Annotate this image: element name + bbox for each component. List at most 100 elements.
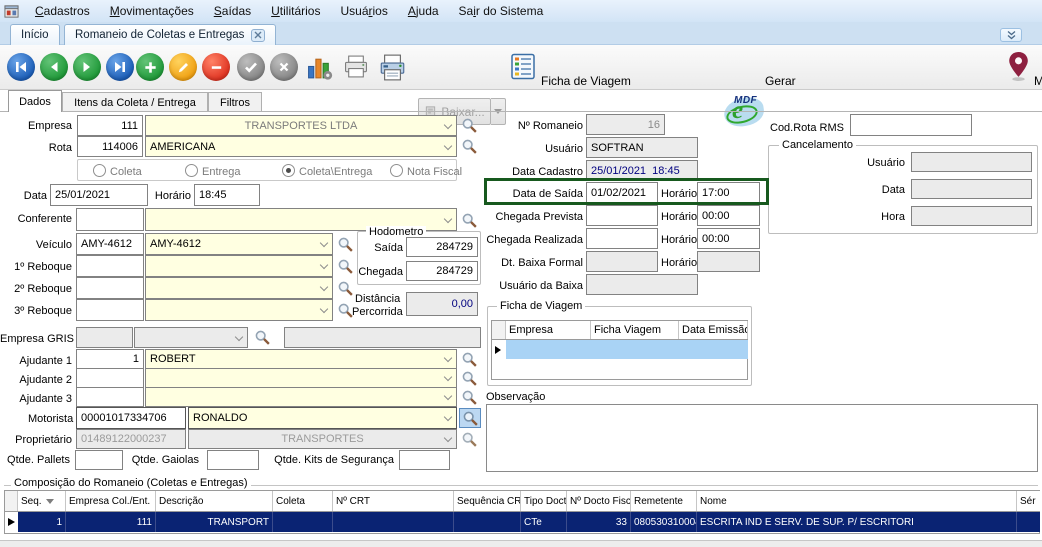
chegada-prevista-horario-field[interactable]: 00:00 bbox=[697, 205, 760, 226]
rota-combo[interactable]: AMERICANA bbox=[145, 136, 457, 157]
mdfe-icon[interactable]: e MDF bbox=[722, 94, 768, 130]
add-record-button[interactable] bbox=[136, 53, 164, 81]
previous-record-button[interactable] bbox=[40, 53, 68, 81]
hodometro-chegada-field[interactable]: 284729 bbox=[406, 261, 478, 281]
ficha-col-ficha-viagem[interactable]: Ficha Viagem bbox=[591, 321, 679, 339]
veiculo-search-icon[interactable] bbox=[336, 235, 355, 254]
reboque1-combo[interactable] bbox=[145, 255, 333, 277]
grid-cell-empresa[interactable]: 111 bbox=[66, 512, 156, 532]
last-record-button[interactable] bbox=[106, 53, 134, 81]
ficha-row-cell[interactable] bbox=[506, 340, 591, 359]
ajudante3-combo[interactable] bbox=[145, 387, 457, 407]
reboque3-code-field[interactable] bbox=[76, 299, 144, 321]
empresa-search-icon[interactable] bbox=[460, 116, 479, 135]
map-pin-icon[interactable] bbox=[1008, 51, 1029, 82]
grid-cell-tipo-docto[interactable]: CTe bbox=[521, 512, 567, 532]
tab-itens-coleta-entrega[interactable]: Itens da Coleta / Entrega bbox=[62, 92, 208, 112]
rota-search-icon[interactable] bbox=[460, 137, 479, 156]
menu-item-utilitarios[interactable]: Utilitários bbox=[261, 4, 330, 18]
reboque3-combo[interactable] bbox=[145, 299, 333, 321]
ajudante1-search-icon[interactable] bbox=[460, 350, 479, 369]
chegada-realizada-field[interactable] bbox=[586, 228, 658, 249]
menu-item-usuarios[interactable]: Usuários bbox=[330, 4, 397, 18]
menu-item-saidas[interactable]: Saídas bbox=[204, 4, 261, 18]
empresa-combo[interactable]: TRANSPORTES LTDA bbox=[145, 115, 457, 136]
reboque2-combo[interactable] bbox=[145, 277, 333, 299]
cod-rota-rms-field[interactable] bbox=[850, 114, 972, 136]
grid-col-coleta[interactable]: Coleta bbox=[273, 491, 333, 511]
ajudante3-search-icon[interactable] bbox=[460, 388, 479, 407]
rota-code-field[interactable]: 114006 bbox=[77, 136, 143, 157]
bottom-scrollbar-strip[interactable] bbox=[0, 540, 1042, 547]
ficha-row-cell[interactable] bbox=[591, 340, 679, 359]
grid-cell-crt[interactable] bbox=[333, 512, 454, 532]
grid-col-num-docto[interactable]: Nº Docto Fiscal bbox=[567, 491, 631, 511]
motorista-code-field[interactable]: 00001017334706 bbox=[76, 407, 186, 429]
reboque1-search-icon[interactable] bbox=[336, 257, 355, 276]
grid-cell-nome[interactable]: ESCRITA IND E SERV. DE SUP. P/ ESCRITORI bbox=[697, 512, 1017, 532]
grid-col-serie[interactable]: Sér bbox=[1017, 491, 1040, 511]
delete-record-button[interactable] bbox=[202, 53, 230, 81]
ajudante2-search-icon[interactable] bbox=[460, 369, 479, 388]
ajudante1-code-field[interactable]: 1 bbox=[76, 349, 144, 369]
grid-col-tipo-docto[interactable]: Tipo Docto bbox=[521, 491, 567, 511]
proprietario-search-icon[interactable] bbox=[460, 430, 479, 449]
grid-col-empresa[interactable]: Empresa Col./Ent. bbox=[66, 491, 156, 511]
empresa-code-field[interactable]: 111 bbox=[77, 115, 143, 136]
grid-cell-coleta[interactable] bbox=[273, 512, 333, 532]
grid-cell-seq-crt[interactable] bbox=[454, 512, 521, 532]
data-field[interactable]: 25/01/2021 bbox=[50, 184, 148, 206]
grid-col-nome[interactable]: Nome bbox=[697, 491, 1017, 511]
qtde-kits-field[interactable] bbox=[399, 450, 450, 470]
first-record-button[interactable] bbox=[7, 53, 35, 81]
radio-nota-fiscal[interactable] bbox=[390, 164, 403, 177]
grid-cell-serie[interactable] bbox=[1017, 512, 1040, 532]
data-saida-horario-field[interactable]: 17:00 bbox=[697, 182, 760, 203]
grid-cell-seq[interactable]: 1 bbox=[18, 512, 66, 532]
ficha-viagem-icon[interactable] bbox=[511, 53, 535, 80]
veiculo-combo[interactable]: AMY-4612 bbox=[145, 233, 333, 255]
next-record-button[interactable] bbox=[73, 53, 101, 81]
cancel-button[interactable] bbox=[270, 53, 298, 81]
tab-list-chevron-button[interactable] bbox=[1000, 28, 1022, 42]
grid-col-remetente[interactable]: Remetente bbox=[631, 491, 697, 511]
confirm-button[interactable] bbox=[237, 53, 265, 81]
qtde-gaiolas-field[interactable] bbox=[207, 450, 259, 470]
tab-inicio[interactable]: Início bbox=[10, 24, 60, 45]
menu-item-sair[interactable]: Sair do Sistema bbox=[449, 4, 554, 18]
reboque2-code-field[interactable] bbox=[76, 277, 144, 299]
tab-filtros[interactable]: Filtros bbox=[208, 92, 262, 112]
print-color-icon[interactable] bbox=[378, 54, 407, 81]
reboque2-search-icon[interactable] bbox=[336, 279, 355, 298]
tab-dados[interactable]: Dados bbox=[8, 90, 62, 112]
ajudante3-code-field[interactable] bbox=[76, 387, 144, 407]
grid-col-crt[interactable]: Nº CRT bbox=[333, 491, 454, 511]
conferente-code-field[interactable] bbox=[76, 208, 144, 231]
radio-coleta-entrega[interactable] bbox=[282, 164, 295, 177]
motorista-combo[interactable]: RONALDO bbox=[188, 407, 457, 429]
close-tab-icon[interactable] bbox=[251, 29, 265, 42]
grid-cell-remetente[interactable]: 08053031000465 bbox=[631, 512, 697, 532]
ajudante2-combo[interactable] bbox=[145, 368, 457, 388]
reboque1-code-field[interactable] bbox=[76, 255, 144, 277]
observacao-textarea[interactable] bbox=[486, 404, 1038, 472]
qtde-pallets-field[interactable] bbox=[75, 450, 123, 470]
grid-col-descricao[interactable]: Descrição bbox=[156, 491, 273, 511]
grid-col-seq-crt[interactable]: Sequência CRT bbox=[454, 491, 521, 511]
veiculo-code-field[interactable]: AMY-4612 bbox=[76, 233, 144, 255]
ficha-col-data-emissao[interactable]: Data Emissão bbox=[679, 321, 748, 339]
grid-cell-descricao[interactable]: TRANSPORT bbox=[156, 512, 273, 532]
ajudante2-code-field[interactable] bbox=[76, 368, 144, 388]
ficha-col-empresa[interactable]: Empresa bbox=[506, 321, 591, 339]
menu-item-movimentacoes[interactable]: Movimentações bbox=[100, 4, 204, 18]
gerar-label[interactable]: Gerar bbox=[765, 74, 796, 88]
chart-settings-icon[interactable] bbox=[306, 54, 334, 81]
print-icon[interactable] bbox=[343, 54, 369, 79]
radio-coleta[interactable] bbox=[93, 164, 106, 177]
grid-cell-num-docto[interactable]: 33 bbox=[567, 512, 631, 532]
motorista-search-icon[interactable] bbox=[459, 408, 481, 428]
edit-record-button[interactable] bbox=[169, 53, 197, 81]
tab-romaneio[interactable]: Romaneio de Coletas e Entregas bbox=[64, 24, 276, 45]
chegada-realizada-horario-field[interactable]: 00:00 bbox=[697, 228, 760, 249]
menu-item-cadastros[interactable]: Cadastros bbox=[25, 4, 100, 18]
